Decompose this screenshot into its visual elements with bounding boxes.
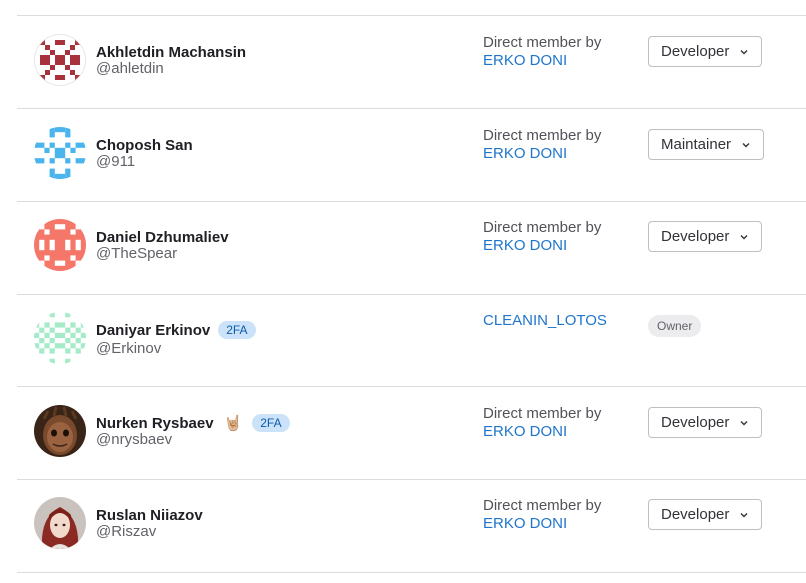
role-dropdown[interactable]: Developer bbox=[648, 221, 763, 252]
avatar-photo-icon bbox=[34, 497, 86, 549]
source-link[interactable]: ERKO DONI bbox=[483, 52, 601, 70]
member-name[interactable]: Akhletdin Machansin bbox=[96, 44, 246, 61]
membership-source: Direct member by ERKO DONI bbox=[483, 219, 601, 254]
table-row: Daniel Dzhumaliev @TheSpear Direct membe… bbox=[17, 201, 806, 295]
member-name[interactable]: Daniel Dzhumaliev bbox=[96, 229, 229, 246]
table-row: Ruslan Niiazov @Riszav Direct member by … bbox=[17, 479, 806, 573]
chevron-down-icon bbox=[740, 234, 748, 239]
role-label: Developer bbox=[661, 43, 730, 60]
avatar[interactable] bbox=[34, 405, 86, 457]
membership-source: Direct member by ERKO DONI bbox=[483, 497, 601, 532]
table-row: Akhletdin Machansin @ahletdin Direct mem… bbox=[17, 16, 806, 109]
member-username: @Riszav bbox=[96, 523, 157, 540]
source-link[interactable]: ERKO DONI bbox=[483, 237, 601, 255]
chevron-down-icon bbox=[740, 49, 748, 54]
member-name-line: Akhletdin Machansin bbox=[96, 42, 246, 62]
membership-source: Direct member by ERKO DONI bbox=[483, 405, 601, 440]
avatar[interactable] bbox=[34, 127, 86, 179]
avatar-photo-icon bbox=[34, 405, 86, 457]
member-name[interactable]: Ruslan Niiazov bbox=[96, 507, 203, 524]
member-name[interactable]: Daniyar Erkinov bbox=[96, 322, 210, 339]
member-username: @ahletdin bbox=[96, 60, 164, 77]
member-name[interactable]: Choposh San bbox=[96, 137, 193, 154]
member-name[interactable]: Nurken Rysbaev bbox=[96, 415, 214, 432]
avatar[interactable] bbox=[34, 34, 86, 86]
role-dropdown[interactable]: Maintainer bbox=[648, 129, 765, 160]
identicon-icon bbox=[34, 219, 86, 271]
role-dropdown[interactable]: Developer bbox=[648, 499, 763, 530]
role-label: Developer bbox=[661, 506, 730, 523]
member-username: @nrysbaev bbox=[96, 431, 173, 448]
source-link[interactable]: ERKO DONI bbox=[483, 423, 601, 441]
member-name-line: Choposh San bbox=[96, 135, 193, 155]
membership-source: CLEANIN_LOTOS bbox=[483, 312, 607, 330]
avatar[interactable] bbox=[34, 219, 86, 271]
avatar[interactable] bbox=[34, 312, 86, 364]
identicon-icon bbox=[34, 127, 86, 179]
source-text: Direct member by bbox=[483, 219, 602, 236]
2fa-badge: 2FA bbox=[218, 321, 256, 339]
identicon-icon bbox=[34, 312, 86, 364]
source-link[interactable]: ERKO DONI bbox=[483, 145, 601, 163]
status-emoji: 🤘🏼 bbox=[223, 415, 243, 432]
membership-source: Direct member by ERKO DONI bbox=[483, 127, 601, 162]
chevron-down-icon bbox=[740, 512, 748, 517]
source-text: Direct member by bbox=[483, 34, 602, 51]
role-dropdown[interactable]: Developer bbox=[648, 36, 763, 67]
chevron-down-icon bbox=[742, 142, 750, 147]
role-label: Developer bbox=[661, 228, 730, 245]
source-text: Direct member by bbox=[483, 497, 602, 514]
source-link[interactable]: CLEANIN_LOTOS bbox=[483, 312, 607, 330]
chevron-down-icon bbox=[740, 420, 748, 425]
table-row: Nurken Rysbaev 🤘🏼 2FA @nrysbaev Direct m… bbox=[17, 387, 806, 480]
source-text: Direct member by bbox=[483, 405, 602, 422]
member-name-line: Daniel Dzhumaliev bbox=[96, 227, 229, 247]
member-name-line: Daniyar Erkinov 2FA bbox=[96, 320, 256, 340]
identicon-icon bbox=[35, 35, 85, 85]
owner-role-badge: Owner bbox=[648, 315, 702, 337]
member-username: @911 bbox=[96, 153, 136, 170]
source-text: Direct member by bbox=[483, 127, 602, 144]
membership-source: Direct member by ERKO DONI bbox=[483, 34, 601, 69]
table-row: Daniyar Erkinov 2FA @Erkinov CLEANIN_LOT… bbox=[17, 294, 806, 387]
role-label: Developer bbox=[661, 414, 730, 431]
avatar[interactable] bbox=[34, 497, 86, 549]
table-row: Choposh San @911 Direct member by ERKO D… bbox=[17, 109, 806, 202]
source-link[interactable]: ERKO DONI bbox=[483, 515, 601, 533]
role-label: Maintainer bbox=[661, 136, 732, 153]
member-name-line: Nurken Rysbaev 🤘🏼 2FA bbox=[96, 413, 290, 433]
2fa-badge: 2FA bbox=[252, 414, 290, 432]
member-username: @Erkinov bbox=[96, 340, 162, 357]
role-dropdown[interactable]: Developer bbox=[648, 407, 763, 438]
member-username: @TheSpear bbox=[96, 245, 178, 262]
member-name-line: Ruslan Niiazov bbox=[96, 505, 203, 525]
